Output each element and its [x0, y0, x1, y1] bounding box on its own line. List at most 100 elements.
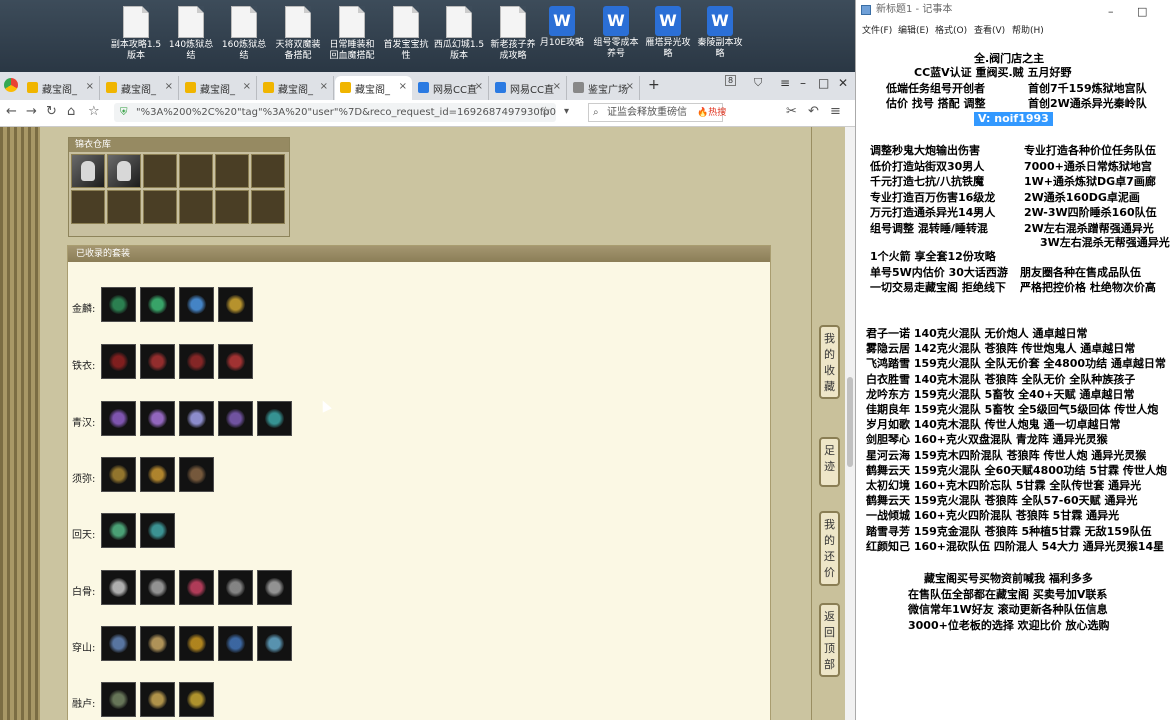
outfit-icon[interactable] [218, 344, 253, 379]
outfit-icon[interactable] [218, 570, 253, 605]
outfit-icon[interactable] [101, 682, 136, 717]
browser-tab[interactable]: 藏宝阁_ × [22, 76, 100, 100]
notepad-menu-item[interactable]: 格式(O) [935, 23, 967, 36]
notepad-menu-item[interactable]: 文件(F) [862, 23, 892, 36]
outfit-icon[interactable] [101, 344, 136, 379]
wardrobe-item[interactable] [71, 154, 105, 188]
wardrobe-slot[interactable] [179, 190, 213, 224]
outfit-icon[interactable] [140, 570, 175, 605]
page-scrollbar[interactable] [845, 127, 855, 720]
outfit-icon[interactable] [140, 626, 175, 661]
notepad-maximize-button[interactable]: □ [1137, 2, 1147, 22]
outfit-icon[interactable] [218, 626, 253, 661]
outfit-icon[interactable] [257, 401, 292, 436]
notepad-minimize-button[interactable]: – [1108, 2, 1114, 22]
outfit-icon[interactable] [218, 401, 253, 436]
wardrobe-slot[interactable] [71, 190, 105, 224]
desktop-file-icon[interactable]: W 组号零成本养号 [590, 6, 642, 60]
desktop-file-icon[interactable]: 天将双魔装备搭配 [272, 6, 324, 62]
browser-tab[interactable]: 网易CC直 × [490, 76, 567, 100]
wardrobe-slot[interactable] [143, 190, 177, 224]
side-nav-button[interactable]: 返回顶部 [819, 603, 840, 677]
desktop-file-icon[interactable]: W 月10E攻略 [536, 6, 588, 49]
window-menu-icon[interactable]: ≡ [780, 76, 790, 90]
shirt-icon[interactable]: ⛉ [754, 76, 762, 90]
outfit-icon[interactable] [140, 513, 175, 548]
star-icon[interactable]: ☆ [540, 104, 551, 118]
tab-close-icon[interactable]: × [320, 81, 328, 92]
maximize-button[interactable]: □ [818, 76, 829, 90]
outfit-icon[interactable] [101, 513, 136, 548]
outfit-icon[interactable] [101, 401, 136, 436]
back-icon[interactable]: ← [6, 104, 17, 119]
wardrobe-slot[interactable] [179, 154, 213, 188]
browser-tab[interactable]: 藏宝阁_ × [258, 76, 334, 100]
home-icon[interactable]: ⌂ [67, 104, 75, 119]
forward-icon[interactable]: → [26, 104, 37, 119]
browser-logo-icon[interactable] [4, 78, 18, 92]
notepad-menu-item[interactable]: 查看(V) [974, 23, 1005, 36]
wardrobe-slot[interactable] [143, 154, 177, 188]
outfit-icon[interactable] [257, 626, 292, 661]
outfit-icon[interactable] [140, 401, 175, 436]
browser-tab[interactable]: 鉴宝广场 × [568, 76, 640, 100]
notepad-text[interactable]: 全.阀门店之主 CC蓝V认证 重阀买.贼 五月好野 低端任务组号开创者 首创7千159… [856, 36, 1172, 720]
menu-icon[interactable]: ≡ [830, 104, 841, 119]
wardrobe-slot[interactable] [215, 190, 249, 224]
outfit-icon[interactable] [179, 570, 214, 605]
hot-search-badge[interactable]: 🔥热搜 [697, 105, 726, 118]
side-nav-button[interactable]: 足迹 [819, 437, 840, 487]
desktop-file-icon[interactable]: 西瓜幻城1.5版本 [433, 6, 485, 62]
bookmark-star-icon[interactable]: ☆ [88, 104, 100, 119]
minimize-button[interactable]: – [800, 76, 806, 90]
wardrobe-item[interactable] [107, 154, 141, 188]
desktop-file-icon[interactable]: 副本攻略1.5版本 [110, 6, 162, 62]
outfit-icon[interactable] [179, 287, 214, 322]
tab-close-icon[interactable]: × [86, 81, 94, 92]
desktop-file-icon[interactable]: 首发宝宝抗性 [380, 6, 432, 62]
outfit-icon[interactable] [101, 457, 136, 492]
desktop-file-icon[interactable]: 新老孩子养成攻略 [487, 6, 539, 62]
outfit-icon[interactable] [218, 287, 253, 322]
tab-close-icon[interactable]: × [165, 81, 173, 92]
outfit-icon[interactable] [140, 682, 175, 717]
outfit-icon[interactable] [179, 682, 214, 717]
outfit-icon[interactable] [179, 626, 214, 661]
notepad-menu-item[interactable]: 编辑(E) [898, 23, 929, 36]
tab-close-icon[interactable]: × [626, 81, 634, 92]
notepad-menu-item[interactable]: 帮助(H) [1012, 23, 1044, 36]
outfit-icon[interactable] [140, 457, 175, 492]
tab-close-icon[interactable]: × [475, 81, 483, 92]
wardrobe-slot[interactable] [215, 154, 249, 188]
dropdown-icon[interactable]: ▾ [564, 106, 569, 117]
side-nav-button[interactable]: 我的还价 [819, 511, 840, 586]
desktop-file-icon[interactable]: W 雁塔异光攻略 [642, 6, 694, 60]
wardrobe-slot[interactable] [107, 190, 141, 224]
browser-tab[interactable]: 藏宝阁_ × [335, 76, 412, 100]
outfit-icon[interactable] [140, 344, 175, 379]
desktop-file-icon[interactable]: W 秦陵副本攻略 [694, 6, 746, 60]
tab-close-icon[interactable]: × [243, 81, 251, 92]
outfit-icon[interactable] [179, 401, 214, 436]
outfit-icon[interactable] [101, 287, 136, 322]
new-tab-button[interactable]: + [648, 77, 660, 93]
close-button[interactable]: ✕ [838, 76, 848, 90]
browser-tab[interactable]: 网易CC直 × [413, 76, 489, 100]
wardrobe-slot[interactable] [251, 190, 285, 224]
tab-close-icon[interactable]: × [553, 81, 561, 92]
outfit-icon[interactable] [140, 287, 175, 322]
tab-close-icon[interactable]: × [399, 81, 407, 92]
scrollbar-thumb[interactable] [847, 377, 853, 467]
outfit-icon[interactable] [179, 457, 214, 492]
desktop-file-icon[interactable]: 160炼狱总结 [218, 6, 270, 62]
browser-tab[interactable]: 藏宝阁_ × [180, 76, 257, 100]
outfit-icon[interactable] [179, 344, 214, 379]
desktop-file-icon[interactable]: 日常睡装和回血魔搭配 [326, 6, 378, 62]
desktop-file-icon[interactable]: 140炼狱总结 [165, 6, 217, 62]
undo-icon[interactable]: ↶ [808, 104, 819, 119]
tab-count-badge[interactable]: 8 [725, 75, 737, 86]
outfit-icon[interactable] [257, 570, 292, 605]
side-nav-button[interactable]: 我的收藏 [819, 325, 840, 399]
address-bar[interactable]: ⛨ "%3A%200%2C%20"tag"%3A%20"user"%7D&rec… [114, 103, 556, 122]
browser-tab[interactable]: 藏宝阁_ × [101, 76, 179, 100]
